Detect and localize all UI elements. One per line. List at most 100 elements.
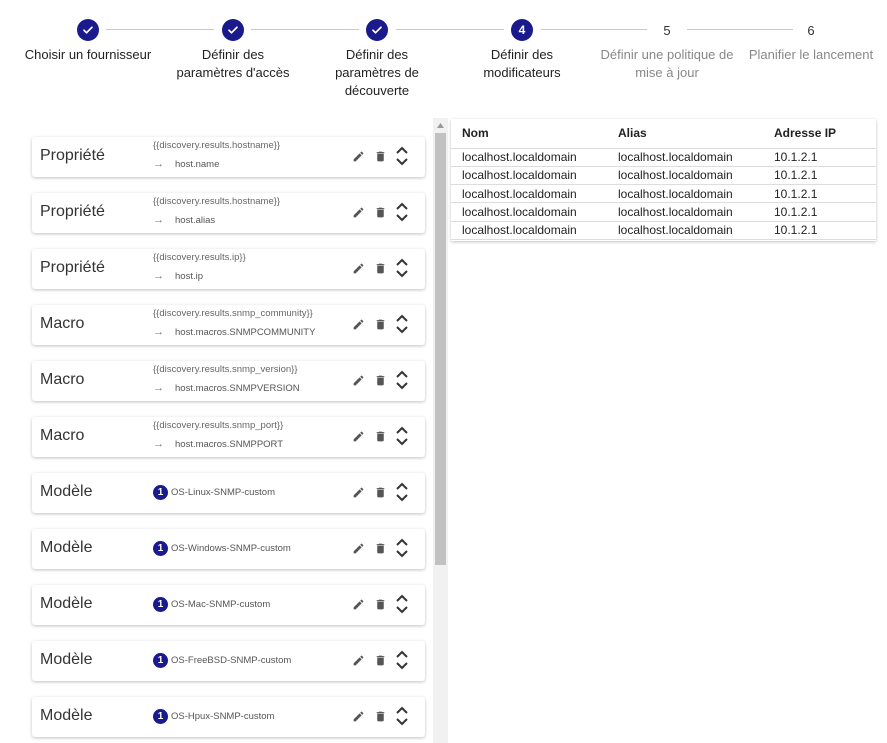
table-row[interactable]: localhost.localdomain localhost.localdoma… xyxy=(451,166,876,186)
table-cell: localhost.localdomain xyxy=(607,184,763,204)
column-header-nom[interactable]: Nom xyxy=(451,119,607,149)
modifier-type: Macro xyxy=(40,315,85,332)
table-header-row: Nom Alias Adresse IP xyxy=(451,119,876,149)
modifier-type: Modèle xyxy=(40,539,93,556)
modifier-card: Modèle 1 OS-Windows-SNMP-custom xyxy=(32,529,425,569)
trash-icon[interactable] xyxy=(369,536,391,560)
pencil-icon[interactable] xyxy=(347,144,369,168)
pencil-icon[interactable] xyxy=(347,704,369,728)
trash-icon[interactable] xyxy=(369,200,391,224)
unfold-icon[interactable] xyxy=(391,536,413,560)
unfold-icon[interactable] xyxy=(391,592,413,616)
trash-icon[interactable] xyxy=(369,256,391,280)
modifier-target: → host.name xyxy=(153,158,219,170)
modifier-card: Macro {{discovery.results.snmp_port}} → hos… xyxy=(32,417,425,457)
pencil-icon[interactable] xyxy=(347,368,369,392)
step-schedule-launch[interactable]: 6 Planifier le lancement xyxy=(731,19,887,64)
trash-icon[interactable] xyxy=(369,312,391,336)
unfold-icon[interactable] xyxy=(391,368,413,392)
table-cell: 10.1.2.1 xyxy=(763,148,876,167)
table-cell: localhost.localdomain xyxy=(451,184,607,204)
modifier-target: → host.macros.SNMPPORT xyxy=(153,438,283,450)
unfold-icon[interactable] xyxy=(391,312,413,336)
step-label: Définir des paramètres d'accès xyxy=(176,47,290,80)
modifier-source: {{discovery.results.snmp_community}} xyxy=(153,308,313,319)
table-cell: localhost.localdomain xyxy=(607,202,763,222)
table-cell: localhost.localdomain xyxy=(451,202,607,222)
count-badge: 1 xyxy=(153,653,168,668)
modifier-actions xyxy=(347,200,413,224)
trash-icon[interactable] xyxy=(369,704,391,728)
modifier-card: Macro {{discovery.results.snmp_version}} →… xyxy=(32,361,425,401)
pencil-icon[interactable] xyxy=(347,648,369,672)
pencil-icon[interactable] xyxy=(347,424,369,448)
target-field: host.alias xyxy=(175,214,216,226)
unfold-icon[interactable] xyxy=(391,144,413,168)
target-field: host.macros.SNMPCOMMUNITY xyxy=(175,326,316,338)
table-row[interactable]: localhost.localdomain localhost.localdoma… xyxy=(451,221,876,240)
step-discovery-parameters[interactable]: Définir des paramètres de découverte xyxy=(297,19,457,100)
check-icon xyxy=(366,19,388,41)
modifier-type: Propriété xyxy=(40,259,105,276)
modifier-actions xyxy=(347,536,413,560)
table-cell: localhost.localdomain xyxy=(607,166,763,186)
table-cell: 10.1.2.1 xyxy=(763,221,876,240)
pencil-icon[interactable] xyxy=(347,312,369,336)
unfold-icon[interactable] xyxy=(391,200,413,224)
modifier-type: Modèle xyxy=(40,483,93,500)
modifier-type: Modèle xyxy=(40,651,93,668)
modifier-template: 1 OS-Linux-SNMP-custom xyxy=(153,485,275,500)
step-number: 5 xyxy=(663,22,671,38)
step-update-policy[interactable]: 5 Définir une politique de mise à jour xyxy=(587,19,747,82)
arrow-right-icon: → xyxy=(153,438,164,450)
preview-table: Nom Alias Adresse IP localhost.localdoma… xyxy=(451,119,876,241)
table-cell: localhost.localdomain xyxy=(451,148,607,167)
modifier-actions xyxy=(347,424,413,448)
table-row[interactable]: localhost.localdomain localhost.localdoma… xyxy=(451,202,876,222)
trash-icon[interactable] xyxy=(369,144,391,168)
arrow-right-icon: → xyxy=(153,382,164,394)
step-label: Planifier le lancement xyxy=(748,47,874,62)
unfold-icon[interactable] xyxy=(391,424,413,448)
template-name: OS-Mac-SNMP-custom xyxy=(171,599,271,610)
modifier-source: {{discovery.results.ip}} xyxy=(153,252,246,263)
unfold-icon[interactable] xyxy=(391,256,413,280)
trash-icon[interactable] xyxy=(369,648,391,672)
unfold-icon[interactable] xyxy=(391,480,413,504)
step-label: Définir une politique de mise à jour xyxy=(600,47,734,80)
step-label: Choisir un fournisseur xyxy=(24,47,152,62)
step-label: Définir des modificateurs xyxy=(483,47,561,80)
step-access-parameters[interactable]: Définir des paramètres d'accès xyxy=(153,19,313,82)
modifier-card: Propriété {{discovery.results.hostname}} →… xyxy=(32,193,425,233)
unfold-icon[interactable] xyxy=(391,704,413,728)
modifier-type: Propriété xyxy=(40,203,105,220)
trash-icon[interactable] xyxy=(369,592,391,616)
unfold-icon[interactable] xyxy=(391,648,413,672)
step-choose-provider[interactable]: Choisir un fournisseur xyxy=(8,19,168,64)
modifier-card: Modèle 1 OS-Linux-SNMP-custom xyxy=(32,473,425,513)
table-row[interactable]: localhost.localdomain localhost.localdoma… xyxy=(451,184,876,204)
column-header-ip[interactable]: Adresse IP xyxy=(763,119,876,149)
step-modifiers[interactable]: 4 Définir des modificateurs xyxy=(442,19,602,82)
scroll-up-arrow-icon[interactable] xyxy=(433,118,448,132)
target-field: host.name xyxy=(175,158,220,170)
pencil-icon[interactable] xyxy=(347,256,369,280)
pencil-icon[interactable] xyxy=(347,592,369,616)
modifier-source: {{discovery.results.snmp_port}} xyxy=(153,420,284,431)
table-row[interactable]: localhost.localdomain localhost.localdoma… xyxy=(451,148,876,167)
target-field: host.ip xyxy=(175,270,203,282)
trash-icon[interactable] xyxy=(369,368,391,392)
scroll-thumb[interactable] xyxy=(435,133,446,565)
scrollbar[interactable] xyxy=(433,118,448,743)
template-name: OS-FreeBSD-SNMP-custom xyxy=(171,655,292,666)
modifier-actions xyxy=(347,312,413,336)
step-number: 4 xyxy=(511,19,533,41)
trash-icon[interactable] xyxy=(369,480,391,504)
trash-icon[interactable] xyxy=(369,424,391,448)
column-header-alias[interactable]: Alias xyxy=(607,119,763,149)
pencil-icon[interactable] xyxy=(347,536,369,560)
pencil-icon[interactable] xyxy=(347,480,369,504)
pencil-icon[interactable] xyxy=(347,200,369,224)
template-name: OS-Windows-SNMP-custom xyxy=(171,543,291,554)
modifier-template: 1 OS-Hpux-SNMP-custom xyxy=(153,709,274,724)
